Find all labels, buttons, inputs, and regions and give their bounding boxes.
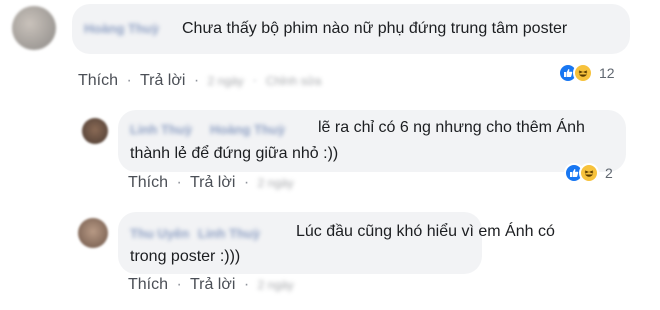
avatar[interactable] — [12, 6, 56, 50]
comment-text-line: lẽ ra chỉ có 6 ng nhưng cho thêm Ánh — [318, 119, 585, 136]
separator: · — [126, 72, 132, 89]
separator: · — [176, 174, 182, 191]
timestamp[interactable]: 2 ngày — [258, 278, 294, 292]
like-button[interactable]: Thích — [128, 276, 168, 293]
edit-history-link[interactable]: Chỉnh sửa — [266, 74, 321, 88]
comment-author[interactable]: Hoàng Thuỳ — [84, 21, 159, 36]
separator: · — [252, 72, 258, 89]
avatar[interactable] — [82, 118, 108, 144]
timestamp[interactable]: 2 ngày — [258, 176, 294, 190]
comment-text-line: trong poster :))) — [130, 248, 241, 265]
comment-author[interactable]: Linh Thuỳ — [130, 122, 192, 137]
like-button[interactable]: Thích — [78, 72, 118, 89]
avatar[interactable] — [78, 218, 108, 248]
haha-icon — [579, 163, 599, 183]
reply-button[interactable]: Trả lời — [190, 276, 235, 293]
comment-actions: Thích · Trả lời · 2 ngày · Chỉnh sửa — [78, 72, 321, 90]
haha-icon — [573, 63, 593, 83]
comment-bubble: Linh Thuỳ Hoàng Thuỳ lẽ ra chỉ có 6 ng n… — [118, 110, 626, 172]
comment-actions: Thích · Trả lời · 2 ngày — [128, 174, 294, 192]
separator: · — [193, 72, 200, 89]
reply-button[interactable]: Trả lời — [140, 72, 185, 89]
like-button[interactable]: Thích — [128, 174, 168, 191]
reaction-count: 2 — [605, 165, 613, 181]
separator: · — [176, 276, 182, 293]
comment-text-line: Lúc đầu cũng khó hiểu vì em Ánh có — [296, 223, 555, 240]
comment-text-line: thành lẻ để đứng giữa nhỏ :)) — [130, 145, 339, 162]
separator: · — [243, 276, 250, 293]
comment-bubble: Hoàng Thuỳ Chưa thấy bộ phim nào nữ phụ … — [72, 4, 630, 54]
reply-button[interactable]: Trả lời — [190, 174, 235, 191]
reaction-summary[interactable]: 2 — [564, 162, 613, 184]
comment-bubble: Thu Uyên Linh Thuỳ Lúc đầu cũng khó hiểu… — [118, 212, 555, 274]
reaction-count: 12 — [599, 65, 615, 81]
mentioned-user[interactable]: Hoàng Thuỳ — [210, 122, 285, 137]
mentioned-user[interactable]: Linh Thuỳ — [198, 226, 260, 241]
reaction-summary[interactable]: 12 — [558, 62, 615, 84]
comment-actions: Thích · Trả lời · 2 ngày — [128, 276, 294, 294]
comment-author[interactable]: Thu Uyên — [130, 226, 189, 241]
separator: · — [243, 174, 250, 191]
comment-text: Chưa thấy bộ phim nào nữ phụ đứng trung … — [182, 20, 568, 37]
timestamp[interactable]: 2 ngày — [208, 74, 244, 88]
